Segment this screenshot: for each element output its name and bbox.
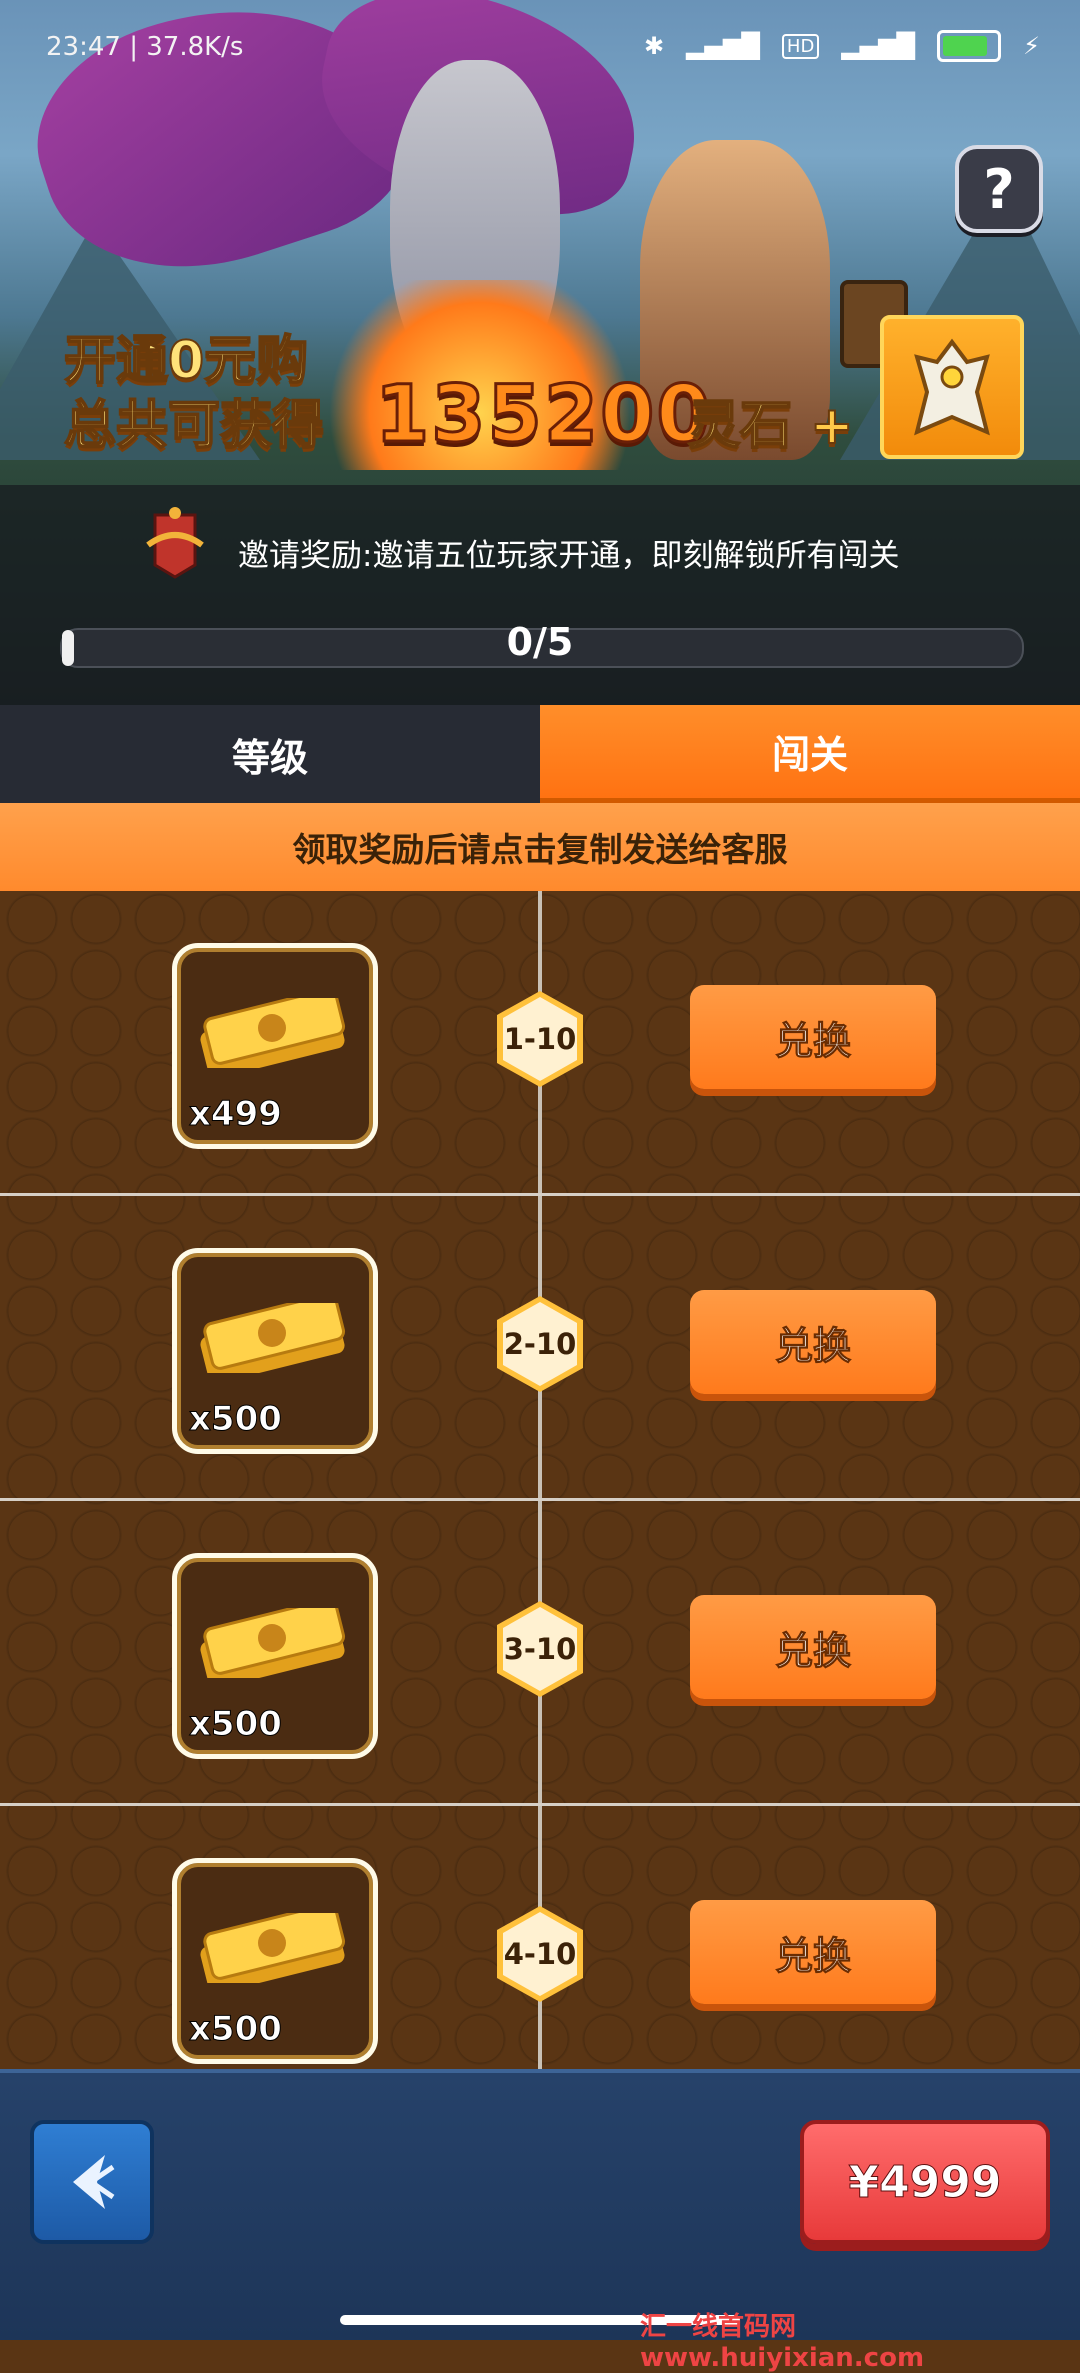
- status-bar: 23:47 | 37.8K/s ✱ ▂▄▆█ HD ▂▄▆█ ⚡: [0, 0, 1080, 96]
- ticket-icon: [200, 1608, 346, 1678]
- help-button[interactable]: ?: [955, 145, 1043, 233]
- reward-item: x500: [172, 1553, 378, 1759]
- hd-badge: HD: [781, 33, 820, 59]
- exchange-button[interactable]: 兑换: [690, 1595, 936, 1699]
- reward-row: x500 4-10 兑换: [0, 1806, 1080, 2111]
- tab-level[interactable]: 等级: [0, 705, 540, 803]
- signal-icon: ▂▄▆█: [841, 32, 916, 60]
- notice-banner: 领取奖励后请点击复制发送给客服: [0, 803, 1080, 891]
- stage-badge: 3-10: [497, 1601, 583, 1697]
- charging-icon: ⚡: [1023, 32, 1040, 60]
- signal-icon: ▂▄▆█: [686, 32, 760, 60]
- stage-label: 2-10: [503, 1302, 577, 1386]
- question-icon: ?: [983, 157, 1015, 221]
- reward-quantity: x500: [189, 1399, 283, 1440]
- stage-label: 4-10: [503, 1912, 577, 1996]
- reward-row: x499 1-10 兑换: [0, 891, 1080, 1196]
- armor-icon: [914, 338, 990, 436]
- reward-item: x500: [172, 1248, 378, 1454]
- purchase-button[interactable]: ¥4999: [800, 2120, 1050, 2244]
- battery-icon: [937, 30, 1002, 62]
- reward-quantity: x500: [189, 2009, 283, 2050]
- promo-currency: 灵石 +: [687, 395, 855, 457]
- reward-item: x499: [172, 943, 378, 1149]
- exchange-button[interactable]: 兑换: [690, 985, 936, 1089]
- reward-quantity: x500: [189, 1704, 283, 1745]
- tab-gate[interactable]: 闯关: [540, 705, 1080, 803]
- armor-item-icon[interactable]: [880, 315, 1024, 459]
- exchange-button[interactable]: 兑换: [690, 1900, 936, 2004]
- stage-badge: 1-10: [497, 991, 583, 1087]
- back-arrow-icon: [73, 2155, 115, 2209]
- reward-row: x500 2-10 兑换: [0, 1196, 1080, 1501]
- reward-list[interactable]: x499 1-10 兑换 x500 2-10 兑换 x500 3-10 兑换 x…: [0, 891, 1080, 2069]
- stage-label: 3-10: [503, 1607, 577, 1691]
- invite-progress-label: 0/5: [506, 620, 574, 664]
- reward-quantity: x499: [189, 1094, 283, 1135]
- ticket-icon: [200, 1913, 346, 1983]
- ticket-icon: [200, 998, 346, 1068]
- status-icons: ✱ ▂▄▆█ HD ▂▄▆█ ⚡: [644, 30, 1040, 62]
- stage-label: 1-10: [503, 997, 577, 1081]
- status-time: 23:47 | 37.8K/s: [46, 32, 244, 62]
- promo-amount: 135200: [374, 369, 713, 462]
- exchange-button[interactable]: 兑换: [690, 1290, 936, 1394]
- ticket-icon: [200, 1303, 346, 1373]
- reward-row: x500 3-10 兑换: [0, 1501, 1080, 1806]
- promo-line-1: 开通0元购: [63, 330, 309, 392]
- bluetooth-icon: ✱: [643, 32, 665, 60]
- stage-badge: 2-10: [497, 1296, 583, 1392]
- reward-item: x500: [172, 1858, 378, 2064]
- promo-line-2: 总共可获得: [63, 395, 325, 457]
- stage-badge: 4-10: [497, 1906, 583, 2002]
- invite-description: 邀请奖励:邀请五位玩家开通，即刻解锁所有闯关: [238, 538, 900, 574]
- banner-flag-icon: [140, 505, 210, 585]
- back-button[interactable]: [30, 2120, 154, 2244]
